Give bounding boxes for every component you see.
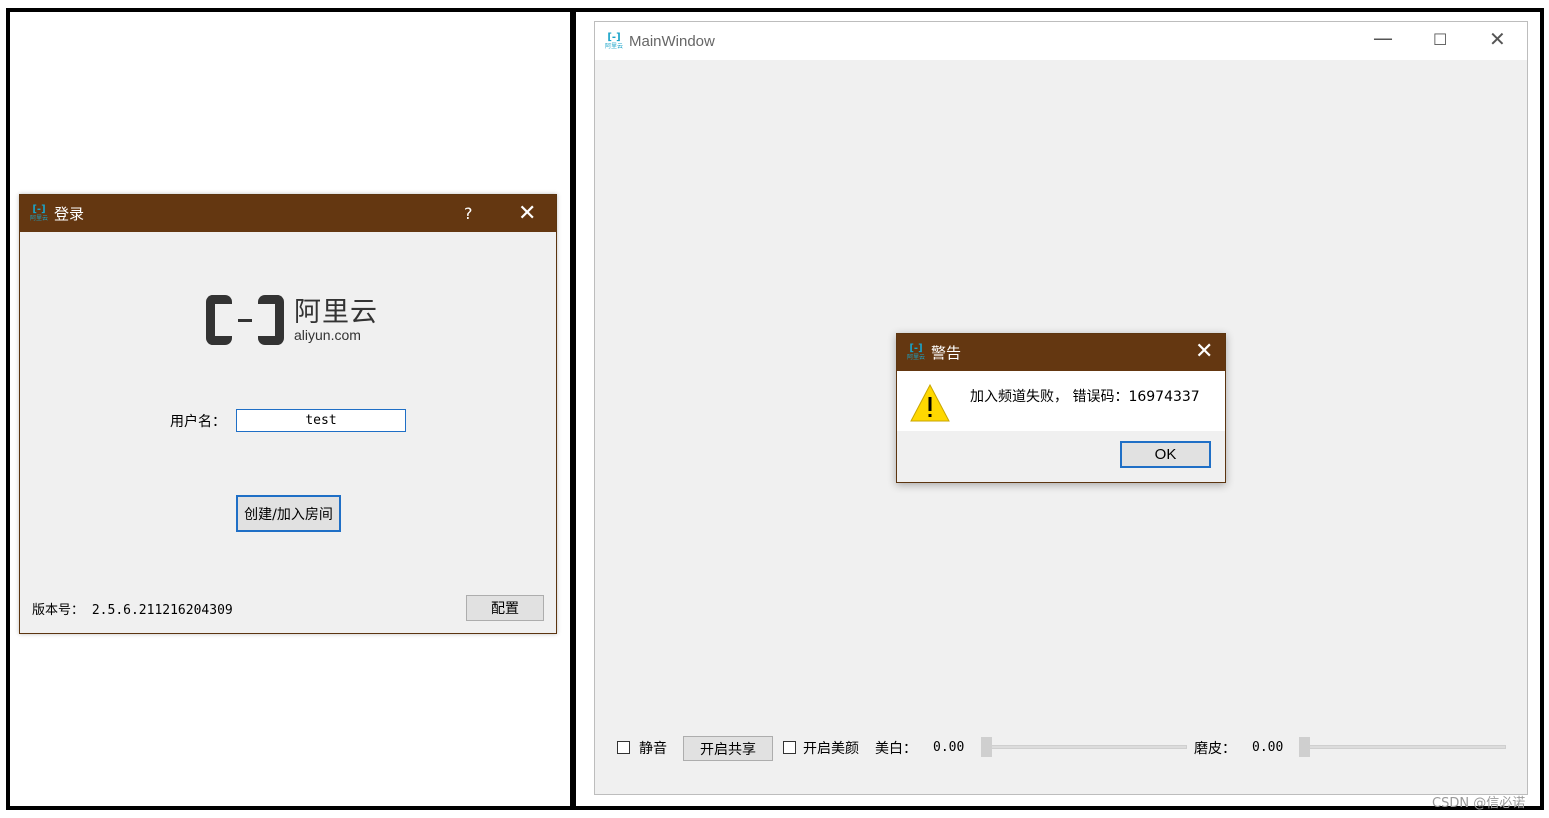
smooth-value: 0.00 bbox=[1252, 740, 1284, 755]
login-dialog: [-] 阿里云 登录 ? ✕ 阿里云 aliyun.com 用户名： 创建/加入… bbox=[19, 194, 557, 634]
share-screen-button[interactable]: 开启共享 bbox=[683, 736, 773, 761]
aliyun-app-icon: [-] 阿里云 bbox=[905, 342, 927, 364]
beauty-label: 开启美颜 bbox=[803, 741, 859, 757]
warning-title: 警告 bbox=[931, 344, 962, 362]
whiten-value: 0.00 bbox=[933, 740, 965, 755]
whiten-label: 美白： bbox=[875, 741, 917, 757]
warning-close-button[interactable]: ✕ bbox=[1195, 339, 1213, 364]
smooth-slider-track[interactable] bbox=[1299, 745, 1506, 749]
app-icon-text: 阿里云 bbox=[29, 215, 48, 222]
beauty-checkbox[interactable] bbox=[783, 741, 796, 754]
minimize-button[interactable]: — bbox=[1373, 26, 1393, 50]
whiten-slider-handle[interactable] bbox=[981, 737, 992, 757]
main-close-button[interactable]: ✕ bbox=[1489, 27, 1506, 51]
app-icon-mark: [-] bbox=[909, 343, 923, 354]
version-label: 版本号： bbox=[32, 603, 85, 618]
app-icon-text: 阿里云 bbox=[604, 42, 623, 50]
warning-titlebar[interactable]: [-] 阿里云 警告 ✕ bbox=[897, 334, 1225, 371]
watermark: CSDN @信必诺 bbox=[1432, 796, 1526, 811]
warning-body: 加入频道失败， 错误码：16974337 bbox=[897, 371, 1225, 431]
warning-message: 加入频道失败， 错误码：16974337 bbox=[970, 389, 1200, 405]
login-titlebar[interactable]: [-] 阿里云 登录 ? ✕ bbox=[20, 195, 556, 232]
app-icon-mark: [-] bbox=[32, 204, 46, 215]
smooth-slider-handle[interactable] bbox=[1299, 737, 1310, 757]
aliyun-app-icon: [-] 阿里云 bbox=[28, 203, 50, 225]
mute-checkbox[interactable] bbox=[617, 741, 630, 754]
username-input[interactable] bbox=[236, 409, 406, 432]
login-title: 登录 bbox=[54, 205, 85, 223]
version-value: 2.5.6.211216204309 bbox=[91, 603, 233, 618]
join-room-button[interactable]: 创建/加入房间 bbox=[236, 495, 341, 532]
app-icon-text: 阿里云 bbox=[906, 354, 925, 361]
aliyun-logo-icon bbox=[206, 295, 284, 345]
whiten-slider-track[interactable] bbox=[981, 745, 1187, 749]
logo-text-en: aliyun.com bbox=[294, 327, 361, 343]
warning-icon bbox=[910, 383, 950, 422]
help-button[interactable]: ? bbox=[464, 204, 473, 223]
logo-text-cn: 阿里云 bbox=[294, 297, 378, 328]
smooth-label: 磨皮： bbox=[1194, 741, 1236, 757]
mute-label: 静音 bbox=[639, 741, 667, 757]
app-icon-mark: [-] bbox=[607, 31, 621, 43]
username-label: 用户名： bbox=[170, 414, 226, 430]
main-window-title: MainWindow bbox=[629, 32, 715, 50]
version-info: 版本号： 2.5.6.211216204309 bbox=[32, 599, 233, 618]
maximize-button[interactable]: ☐ bbox=[1433, 30, 1447, 49]
warning-dialog: [-] 阿里云 警告 ✕ 加入频道失败， 错误码：16974337 OK bbox=[896, 333, 1226, 483]
config-button[interactable]: 配置 bbox=[466, 595, 544, 621]
aliyun-logo: 阿里云 aliyun.com bbox=[206, 295, 378, 345]
ok-button[interactable]: OK bbox=[1120, 441, 1211, 468]
main-titlebar[interactable]: [-] 阿里云 MainWindow — ☐ ✕ bbox=[595, 22, 1527, 60]
control-bar: 静音 开启共享 开启美颜 美白： 0.00 磨皮： 0.00 bbox=[617, 735, 1507, 761]
aliyun-app-icon: [-] 阿里云 bbox=[603, 30, 625, 52]
login-close-button[interactable]: ✕ bbox=[518, 201, 536, 226]
